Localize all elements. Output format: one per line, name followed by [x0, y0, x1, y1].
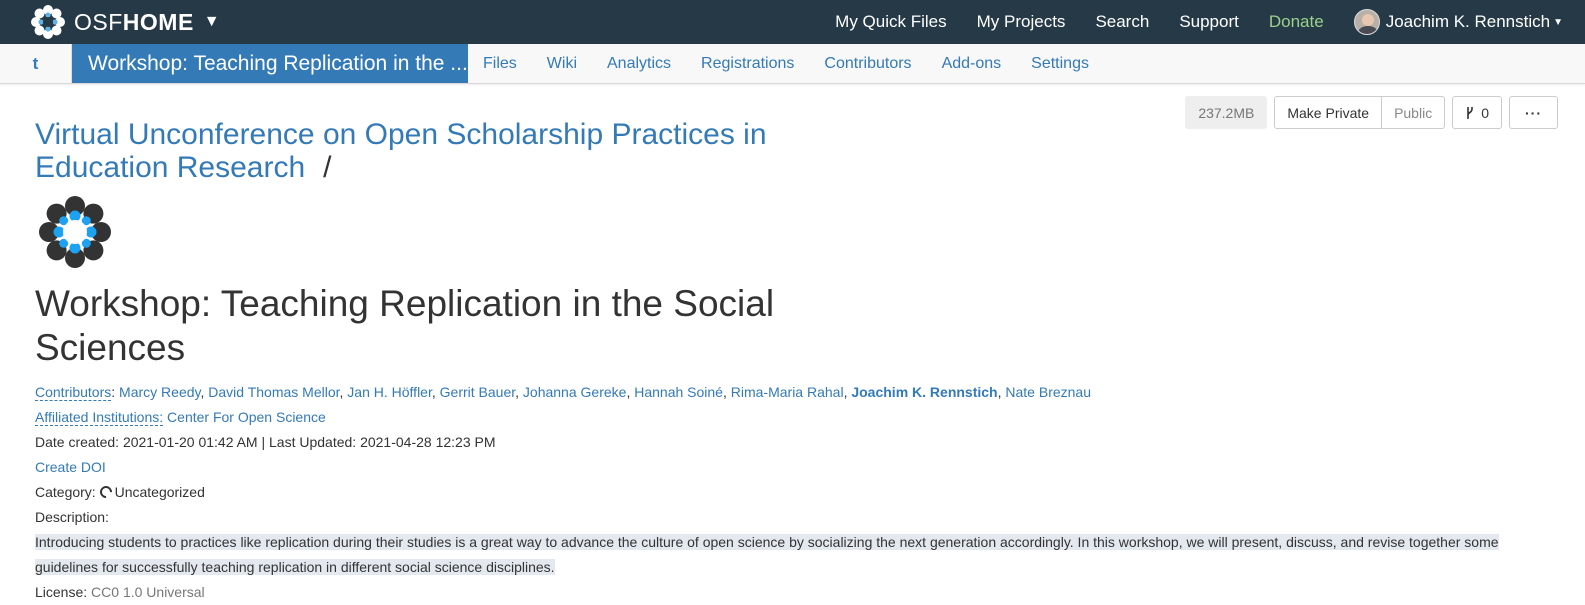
- category-label: Category:: [35, 484, 96, 500]
- brand-osf-text: OSF: [74, 8, 123, 35]
- uncategorized-icon: [97, 483, 115, 501]
- caret-down-icon: ▼: [1553, 16, 1563, 28]
- parent-project-link[interactable]: t: [0, 44, 72, 83]
- contributor-link[interactable]: Nate Breznau: [1005, 384, 1091, 400]
- tab-add-ons[interactable]: Add-ons: [927, 55, 1017, 73]
- fork-button[interactable]: 0: [1452, 96, 1502, 129]
- description-label: Description:: [35, 509, 109, 525]
- project-overview: Virtual Unconference on Open Scholarship…: [35, 118, 1499, 600]
- project-subnav: t Workshop: Teaching Replication in the …: [0, 44, 1585, 84]
- avatar: [1353, 9, 1380, 35]
- license-row: License: CC0 1.0 Universal: [35, 580, 1565, 605]
- license-label: License:: [35, 584, 88, 600]
- parent-project-title: Virtual Unconference on Open Scholarship…: [35, 118, 795, 184]
- institution-link[interactable]: Center For Open Science: [167, 409, 326, 425]
- brand-title: OSFHOME: [74, 9, 194, 36]
- more-options-button[interactable]: ···: [1509, 96, 1558, 129]
- create-doi-link[interactable]: Create DOI: [35, 459, 106, 475]
- donate-link[interactable]: Donate: [1254, 0, 1339, 44]
- fork-icon: [1467, 106, 1474, 119]
- affiliated-institutions-row: Affiliated Institutions: Center For Open…: [35, 405, 1565, 430]
- user-name: Joachim K. Rennstich: [1385, 12, 1551, 31]
- brand-home-text: HOME: [122, 8, 194, 35]
- tab-contributors[interactable]: Contributors: [809, 55, 926, 73]
- tab-settings[interactable]: Settings: [1016, 55, 1104, 73]
- tab-wiki[interactable]: Wiki: [532, 55, 592, 73]
- contributor-link-current-user[interactable]: Joachim K. Rennstich: [851, 384, 997, 400]
- project-meta: Contributors: Marcy Reedy, David Thomas …: [35, 380, 1565, 605]
- description-block: Introducing students to practices like r…: [35, 530, 1565, 580]
- my-quick-files-link[interactable]: My Quick Files: [820, 0, 961, 44]
- contributor-link[interactable]: David Thomas Mellor: [208, 384, 339, 400]
- project-toolbar: 237.2MB Make Private Public 0 ···: [1185, 96, 1558, 129]
- storage-size-badge: 237.2MB: [1185, 96, 1268, 129]
- tab-registrations[interactable]: Registrations: [686, 55, 809, 73]
- topnav-links: My Quick Files My Projects Search Suppor…: [820, 0, 1585, 44]
- contributor-link[interactable]: Marcy Reedy: [119, 384, 200, 400]
- contributor-link[interactable]: Gerrit Bauer: [440, 384, 515, 400]
- caret-down-icon: ▼: [203, 13, 220, 30]
- my-projects-link[interactable]: My Projects: [962, 0, 1081, 44]
- category-row: Category: Uncategorized: [35, 480, 1565, 505]
- dates-row: Date created: 2021-01-20 01:42 AM | Last…: [35, 434, 496, 450]
- contributor-link[interactable]: Rima-Maria Rahal: [731, 384, 844, 400]
- license-value[interactable]: CC0 1.0 Universal: [91, 584, 205, 600]
- project-title-tab[interactable]: Workshop: Teaching Replication in the ..…: [72, 44, 468, 83]
- subnav-links: Files Wiki Analytics Registrations Contr…: [468, 44, 1104, 83]
- osf-home-brand[interactable]: OSFHOME ▼: [0, 0, 220, 44]
- description-text[interactable]: Introducing students to practices like r…: [35, 534, 1499, 575]
- parent-project-title-link[interactable]: Virtual Unconference on Open Scholarship…: [35, 118, 767, 184]
- top-navbar: OSFHOME ▼ My Quick Files My Projects Sea…: [0, 0, 1585, 44]
- fork-count: 0: [1481, 104, 1489, 121]
- contributors-label[interactable]: Contributors: [35, 384, 112, 401]
- contributors-row: Contributors: Marcy Reedy, David Thomas …: [35, 384, 1091, 401]
- make-private-button[interactable]: Make Private: [1274, 96, 1383, 129]
- search-link[interactable]: Search: [1080, 0, 1164, 44]
- tab-files[interactable]: Files: [468, 55, 532, 73]
- create-doi-row: Create DOI: [35, 455, 1565, 480]
- contributor-link[interactable]: Hannah Soiné: [634, 384, 723, 400]
- osf-logo-icon: [31, 5, 65, 39]
- tab-analytics[interactable]: Analytics: [592, 55, 686, 73]
- contributor-link[interactable]: Johanna Gereke: [523, 384, 627, 400]
- osf-project-logo-icon: [39, 196, 111, 268]
- public-button[interactable]: Public: [1382, 96, 1446, 129]
- contributor-link[interactable]: Jan H. Höffler: [347, 384, 432, 400]
- affiliated-institutions-label[interactable]: Affiliated Institutions:: [35, 409, 164, 426]
- support-link[interactable]: Support: [1164, 0, 1254, 44]
- breadcrumb-separator: /: [323, 151, 332, 184]
- user-menu[interactable]: Joachim K. Rennstich ▼: [1339, 9, 1585, 35]
- page-title: Workshop: Teaching Replication in the So…: [35, 283, 775, 368]
- category-value: Uncategorized: [114, 484, 205, 500]
